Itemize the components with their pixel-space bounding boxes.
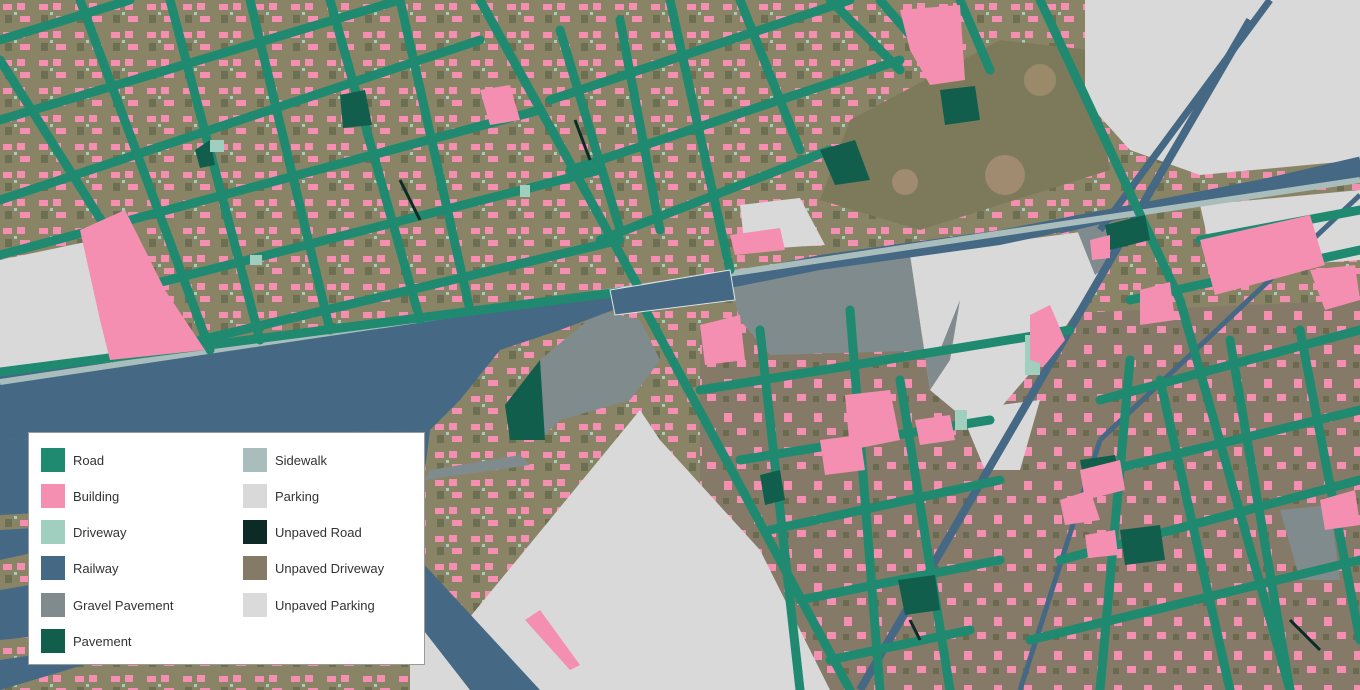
legend-label: Parking [275,488,320,504]
legend-item-driveway: Driveway [41,520,126,544]
sidewalk-swatch [243,448,267,472]
legend-item-building: Building [41,484,119,508]
legend-label: Unpaved Road [275,524,362,540]
legend-label: Pavement [73,633,132,649]
legend-item-road: Road [41,448,104,472]
legend-item-railway: Railway [41,556,119,580]
driveway-swatch [41,520,65,544]
railway-swatch [41,556,65,580]
legend-label: Building [73,488,120,504]
legend-label: Sidewalk [275,452,328,468]
pavement-swatch [41,629,65,653]
building-swatch [41,484,65,508]
legend-label: Driveway [73,524,127,540]
unpaved-parking-swatch [243,593,267,617]
parking-swatch [243,484,267,508]
legend-item-gravel-pavement: Gravel Pavement [41,593,173,617]
road-swatch [41,448,65,472]
legend-label: Road [73,452,105,468]
legend-label: Railway [73,560,119,576]
legend-item-unpaved-parking: Unpaved Parking [243,593,375,617]
park-circle [985,155,1025,195]
unpaved-driveway-swatch [243,556,267,580]
gravel-pavement-swatch [41,593,65,617]
legend-item-unpaved-driveway: Unpaved Driveway [243,556,384,580]
legend-label: Gravel Pavement [73,597,174,613]
legend-item-pavement: Pavement [41,629,132,653]
legend-label: Unpaved Driveway [275,560,385,576]
legend-item-sidewalk: Sidewalk [243,448,327,472]
park-circle [1024,64,1056,96]
legend-item-unpaved-road: Unpaved Road [243,520,362,544]
legend-label: Unpaved Parking [275,597,375,613]
map-legend: Road Building Driveway Railway Gravel Pa… [28,432,425,665]
legend-item-parking: Parking [243,484,319,508]
unpaved-road-swatch [243,520,267,544]
park-circle [892,169,918,195]
